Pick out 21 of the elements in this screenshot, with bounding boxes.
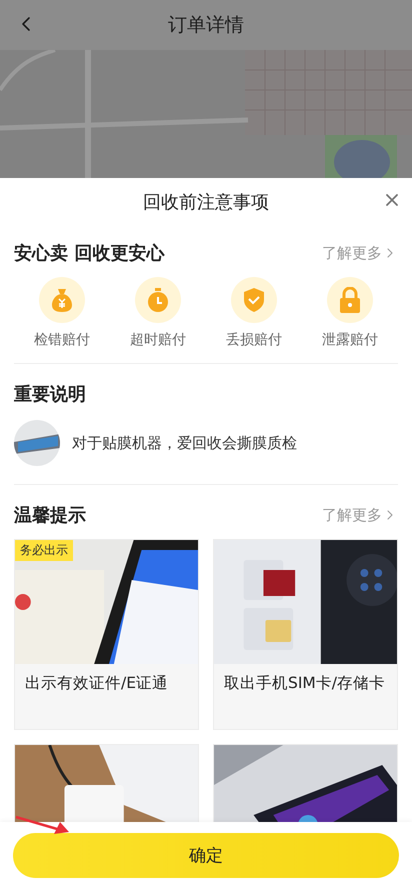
confirm-button[interactable]: 确定	[13, 833, 399, 878]
sheet-title: 回收前注意事项	[143, 190, 269, 214]
money-bag-icon	[51, 288, 73, 312]
guarantee-label: 丢损赔付	[226, 331, 282, 349]
shield-check-icon	[243, 288, 265, 312]
tip-card[interactable]: 取出手机SIM卡/存储卡	[213, 539, 398, 730]
section-title: 安心卖 回收更安心	[14, 242, 164, 265]
tip-card[interactable]: 务必出示 出示有效证件/E证通	[14, 539, 199, 730]
required-badge: 务必出示	[15, 540, 73, 561]
tip-caption: 取出手机SIM卡/存储卡	[223, 673, 386, 694]
notice-text: 对于贴膜机器，爱回收会撕膜质检	[72, 434, 297, 452]
section-title: 重要说明	[14, 383, 86, 406]
padlock-icon	[339, 287, 361, 313]
guarantee-label: 超时赔付	[130, 331, 186, 349]
tip-caption: 出示有效证件/E证通	[24, 673, 170, 694]
guarantee-label: 检错赔付	[34, 331, 90, 349]
page-title: 订单详情	[168, 13, 244, 38]
section-title: 温馨提示	[14, 504, 86, 527]
annotation-arrow	[14, 814, 70, 836]
guarantee-label: 泄露赔付	[322, 331, 378, 349]
stopwatch-icon	[147, 288, 169, 312]
